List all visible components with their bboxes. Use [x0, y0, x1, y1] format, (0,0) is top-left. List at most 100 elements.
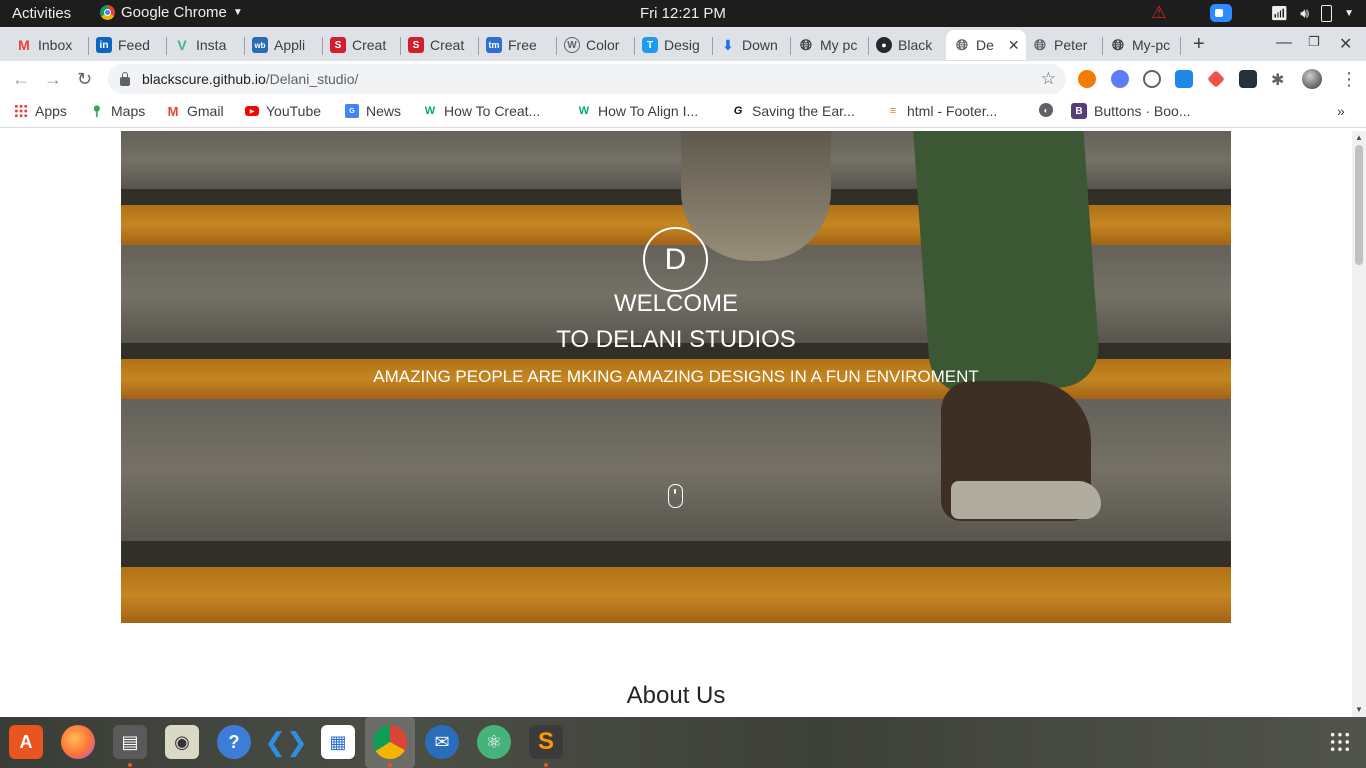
tab-label: Desig	[664, 37, 700, 53]
tab-desig[interactable]: T Desig	[642, 30, 704, 60]
rhythmbox-icon[interactable]: ◉	[165, 725, 199, 759]
show-applications-icon[interactable]	[1329, 731, 1351, 753]
gmail-icon: M	[167, 103, 179, 119]
vscode-icon[interactable]: ❮❯	[264, 725, 308, 759]
battery-icon[interactable]	[1321, 4, 1333, 22]
tab-label: Peter	[1054, 37, 1088, 53]
scrollbar-thumb[interactable]	[1355, 145, 1363, 265]
restore-button[interactable]: ❐	[1308, 34, 1320, 50]
tab-peter[interactable]: 🌐︎ Peter	[1032, 30, 1094, 60]
zoom-icon[interactable]	[1210, 4, 1233, 22]
close-tab-icon[interactable]: ✕	[1008, 37, 1020, 54]
writer-document-icon[interactable]: ▦	[321, 725, 355, 759]
extensions-puzzle-icon[interactable]: ✱	[1271, 70, 1289, 89]
gmail-icon: M	[18, 37, 30, 53]
thunderbird-icon[interactable]: ✉	[425, 725, 459, 759]
sublime-text-icon[interactable]: S	[529, 725, 563, 759]
running-indicator	[128, 763, 132, 767]
bookmark-globe[interactable]: ◐	[1039, 103, 1053, 117]
bookmark-how-to-align[interactable]: W How To Align I...	[577, 103, 698, 119]
tab-feed[interactable]: in Feed	[96, 30, 158, 60]
lock-icon[interactable]	[120, 71, 130, 86]
tab-free[interactable]: tm Free	[486, 30, 548, 60]
avatar[interactable]	[1302, 69, 1322, 89]
chevron-down-icon[interactable]: ▼	[1344, 8, 1354, 19]
tab-label: Feed	[118, 37, 150, 53]
bookmark-how-to-creat[interactable]: W How To Creat...	[423, 103, 540, 119]
tab-black[interactable]: ● Black	[876, 30, 938, 60]
tab-my-pc[interactable]: 🌐︎ My pc	[798, 30, 860, 60]
extension-blue-icon[interactable]	[1111, 70, 1129, 88]
maps-pin-icon: 📍︎	[90, 105, 104, 118]
reload-button[interactable]: ↻	[77, 69, 92, 90]
atom-icon[interactable]: ⚛	[477, 725, 511, 759]
youtube-icon: ▶	[245, 106, 259, 116]
menu-kebab-icon[interactable]: ⋮	[1340, 69, 1358, 90]
extension-new-icon[interactable]	[1239, 70, 1257, 88]
firefox-icon[interactable]	[61, 725, 95, 759]
software-center-icon[interactable]: A	[9, 725, 43, 759]
globe-icon: 🌐︎	[1033, 36, 1046, 54]
tab-label: De	[976, 37, 994, 53]
bookmarks-overflow-chevron-icon[interactable]: »	[1337, 103, 1345, 119]
globe-icon: 🌐︎	[799, 36, 812, 54]
tab-label: Creat	[430, 37, 465, 53]
bookmark-label: How To Creat...	[444, 103, 541, 119]
bookmark-label: html - Footer...	[907, 103, 998, 119]
bookmark-saving-the-earth[interactable]: G Saving the Ear...	[731, 103, 855, 119]
tab-appli[interactable]: wb Appli	[252, 30, 314, 60]
tab-color[interactable]: W Color	[564, 30, 626, 60]
app-menu[interactable]: Google Chrome ▼	[100, 4, 243, 21]
scroll-mouse-icon[interactable]	[668, 484, 683, 508]
address-bar[interactable]: blackscure.github.io/Delani_studio/ ☆	[108, 64, 1066, 94]
globe-icon: ◐	[1039, 103, 1053, 117]
globe-icon: 🌐︎	[955, 36, 968, 54]
bookmark-label: Buttons · Boo...	[1094, 103, 1191, 119]
extension-screen-icon[interactable]	[1175, 70, 1193, 88]
w3schools-icon: W	[578, 105, 590, 117]
forward-button[interactable]: →	[44, 69, 62, 90]
tab-inbox[interactable]: M Inbox	[16, 30, 80, 60]
app-name: Google Chrome	[121, 4, 227, 21]
new-tab-button[interactable]: +	[1193, 33, 1205, 56]
extension-orange-icon[interactable]	[1078, 70, 1096, 88]
bookmark-html-footer[interactable]: ≡ html - Footer...	[886, 103, 997, 119]
page-scrollbar[interactable]: ▲ ▼	[1352, 131, 1366, 717]
volume-icon[interactable]: 🔊︎	[1300, 5, 1309, 22]
logo-letter: D	[664, 242, 687, 276]
stackoverflow-icon: ≡	[889, 105, 897, 117]
bootstrap-icon: B	[1071, 103, 1087, 119]
bookmark-buttons-bootstrap[interactable]: B Buttons · Boo...	[1071, 103, 1191, 119]
chrome-icon[interactable]	[373, 725, 407, 759]
tab-creat-1[interactable]: S Creat	[330, 30, 392, 60]
warning-icon[interactable]: ⚠	[1151, 3, 1166, 23]
tab-active-delani[interactable]: 🌐︎ De ✕	[946, 30, 1026, 60]
files-icon[interactable]: ▤	[113, 725, 147, 759]
extension-red-icon[interactable]	[1207, 70, 1225, 88]
scroll-up-arrow-icon[interactable]: ▲	[1355, 133, 1363, 142]
back-button[interactable]: ←	[12, 69, 30, 90]
bookmark-news[interactable]: G News	[345, 103, 401, 119]
tab-strip: M Inbox in Feed V Insta wb Appli S Creat…	[0, 27, 1366, 61]
help-icon[interactable]: ?	[217, 725, 251, 759]
close-window-button[interactable]: ✕	[1339, 34, 1352, 54]
bookmark-maps[interactable]: 📍︎ Maps	[90, 103, 145, 119]
wifi-icon[interactable]: 📶︎	[1270, 5, 1288, 22]
tab-down[interactable]: ⬇ Down	[720, 30, 782, 60]
tab-label: My pc	[820, 37, 858, 53]
bookmark-youtube[interactable]: ▶ YouTube	[245, 103, 321, 119]
chevron-down-icon: ▼	[232, 7, 243, 18]
minimize-button[interactable]: —	[1276, 34, 1292, 52]
system-tray[interactable]: ⚠ 📶︎ 🔊︎ ▼	[1151, 3, 1354, 23]
tab-creat-2[interactable]: S Creat	[408, 30, 470, 60]
extension-circle-icon[interactable]	[1143, 70, 1161, 88]
tab-insta[interactable]: V Insta	[174, 30, 236, 60]
tab-my-pc-2[interactable]: 🌐︎ My-pc	[1110, 30, 1176, 60]
activities-button[interactable]: Activities	[12, 5, 71, 22]
scroll-down-arrow-icon[interactable]: ▼	[1355, 705, 1363, 714]
tab-label: Appli	[274, 37, 306, 53]
bookmark-apps[interactable]: Apps	[14, 103, 67, 119]
clock[interactable]: Fri 12:21 PM	[640, 5, 726, 22]
bookmark-gmail[interactable]: M Gmail	[166, 103, 224, 119]
bookmark-star-icon[interactable]: ☆	[1041, 69, 1056, 89]
